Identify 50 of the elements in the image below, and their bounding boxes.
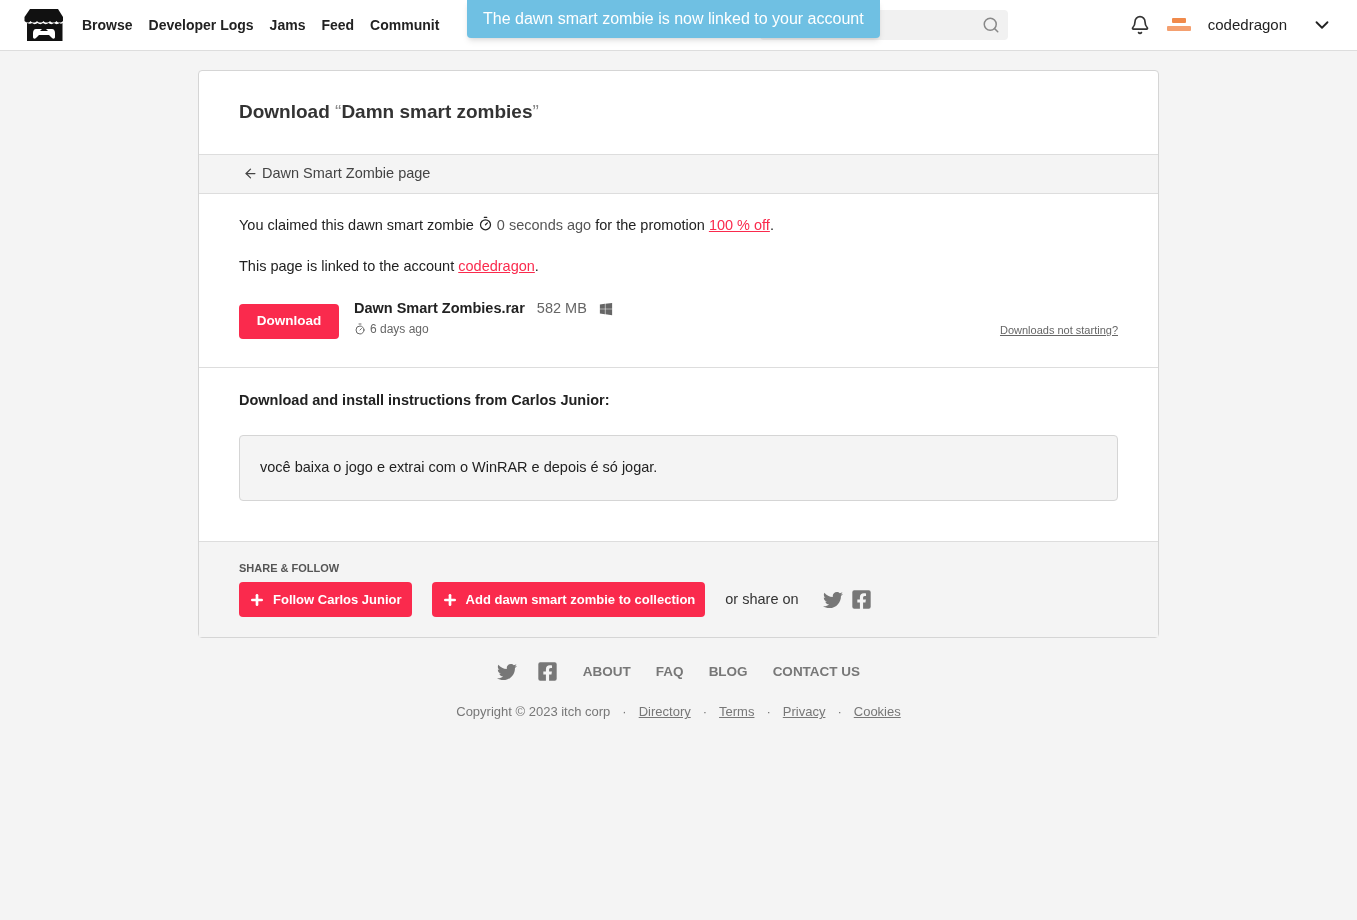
share-heading: SHARE & FOLLOW [239,560,341,576]
username[interactable]: codedragon [1207,13,1287,37]
legal-link[interactable]: Directory [638,702,691,722]
twitter-icon[interactable] [496,661,517,682]
plus-icon [249,591,265,608]
help-link[interactable]: Downloads not starting? [1000,322,1118,339]
plus-icon [441,591,458,608]
action-button[interactable]: Follow Carlos Junior [239,582,412,618]
stopwatch-icon [477,216,493,232]
back-link[interactable]: Dawn Smart Zombie page [262,162,431,185]
stopwatch-icon [354,322,366,335]
file-size: 582 MB [536,299,587,318]
notification-bell-icon[interactable] [1129,15,1150,35]
download-button[interactable]: Download [239,304,339,339]
avatar-icon[interactable] [1165,17,1192,33]
nav-link[interactable]: Feed [321,14,355,36]
search-icon[interactable] [982,16,1000,34]
file-age: 6 days ago [370,320,429,338]
footer-link[interactable]: ABOUT [582,661,631,682]
nav-link[interactable]: Browse [82,14,133,36]
file-name: Dawn Smart Zombies.rar [354,299,525,318]
promotion-link[interactable]: 100 % off [708,216,770,233]
twitter-icon[interactable] [822,589,843,610]
footer-link[interactable]: CONTACT US [772,661,861,682]
logo-icon[interactable] [24,7,64,43]
footer-link[interactable]: BLOG [708,661,748,682]
footer-link[interactable]: FAQ [655,661,684,682]
facebook-icon[interactable] [850,589,872,611]
facebook-icon[interactable] [536,661,558,683]
windows-icon [598,301,613,316]
toast-notification: The dawn smart zombie is now linked to your account [467,0,880,38]
account-link[interactable]: codedragon [458,258,535,275]
instructions-text: você baixa o jogo e extrai com o WinRAR e depois é só jogar. [260,457,658,477]
legal-link[interactable]: Cookies [853,702,901,722]
page-title: Download “Damn smart zombies” [238,100,540,124]
action-button[interactable]: Add dawn smart zombie to collection [431,582,706,618]
copyright-text: Copyright © 2023 itch corp [456,703,611,722]
legal-link[interactable]: Privacy [782,702,826,722]
nav-link[interactable]: Jams [269,14,306,36]
separator-dot: · [837,703,842,722]
linked-account-text: This page is linked to the account codedragon. [239,257,540,277]
separator-dot: · [622,703,627,722]
nav-link[interactable]: Developer Logs [148,14,254,36]
separator-dot: · [766,703,771,722]
nav-link[interactable]: Communit [370,14,440,36]
separator-dot: · [702,703,708,722]
legal-link[interactable]: Terms [719,702,755,722]
instructions-heading: Download and install instructions from Carlos Junior: [239,391,611,410]
claim-text: You claimed this dawn smart zombie 0 seconds ago for the promotion 100 % off. [239,215,775,235]
share-label: or share on [725,589,799,609]
